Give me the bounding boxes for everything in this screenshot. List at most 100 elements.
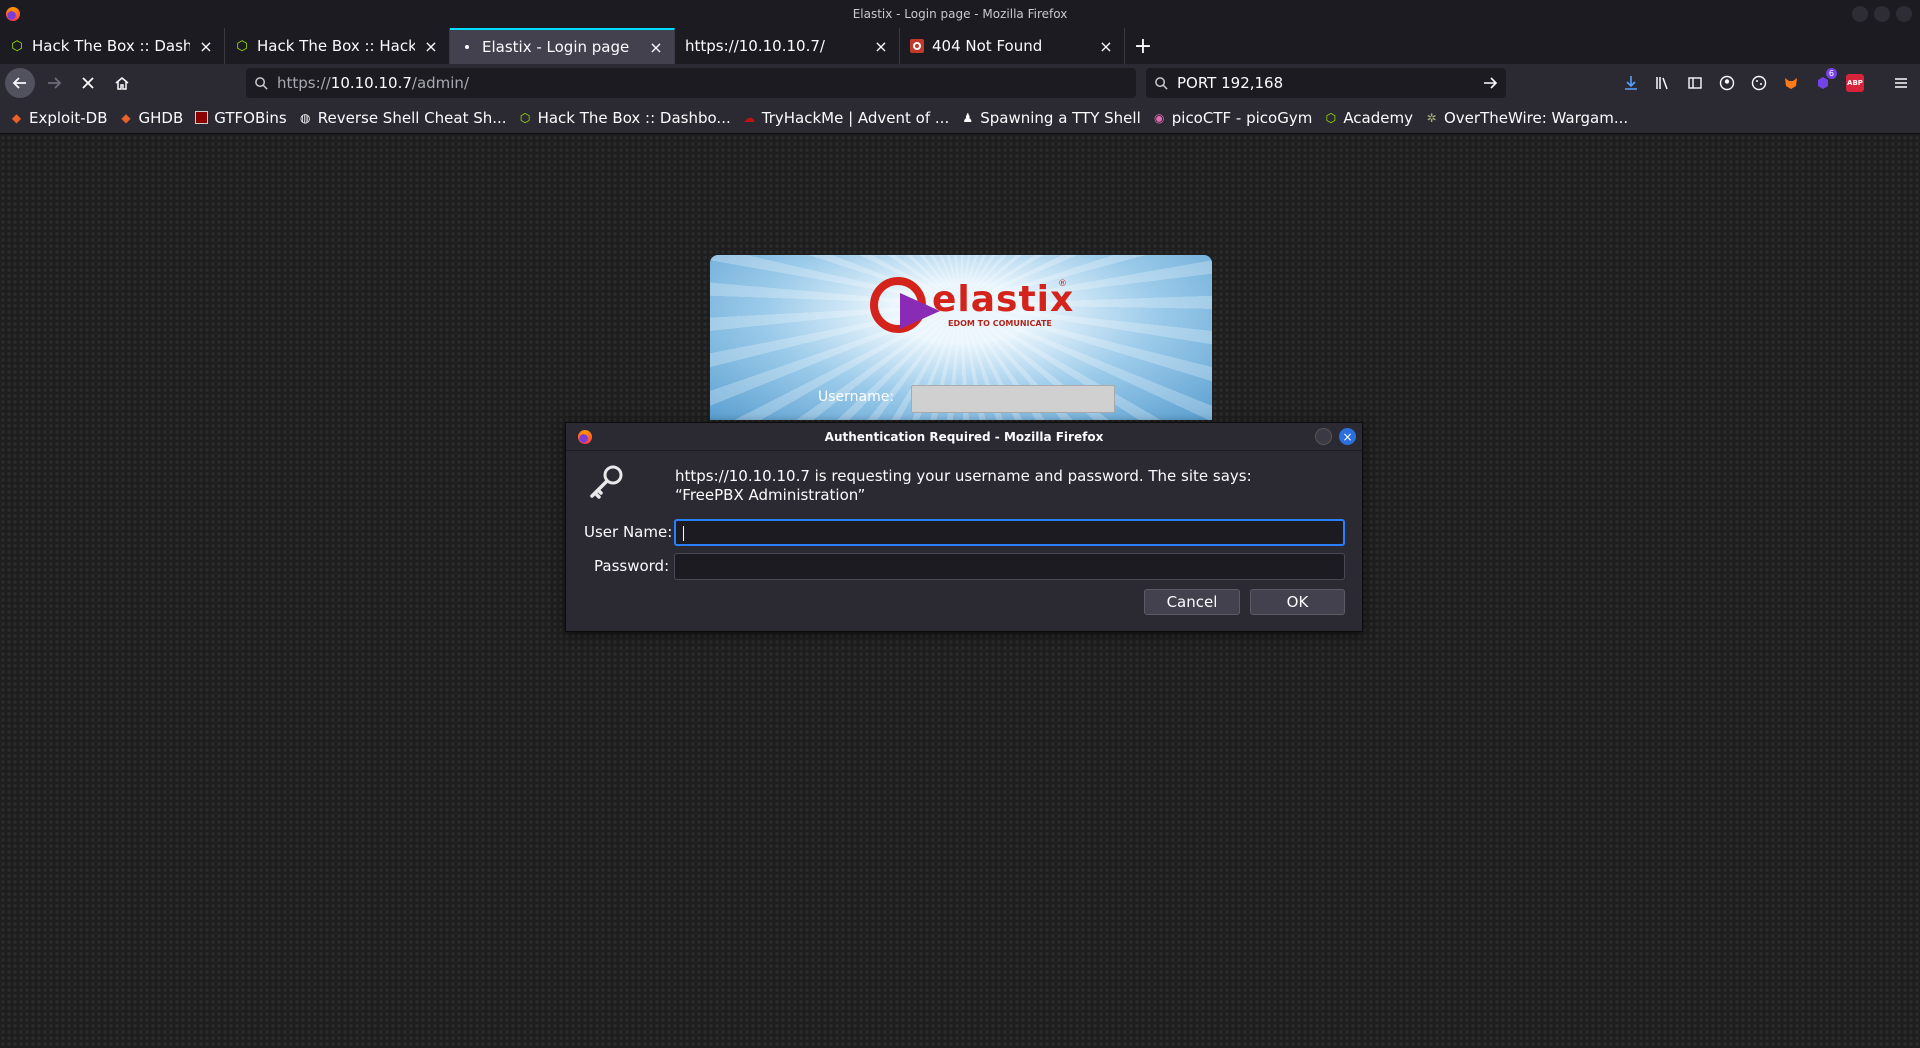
bookmark-label: Spawning a TTY Shell [980,108,1141,127]
tab-htb-hack[interactable]: ⬡ Hack The Box :: Hack Th × [225,28,450,64]
bookmark-tty-shell[interactable]: ♟ Spawning a TTY Shell [961,108,1141,127]
back-button[interactable] [5,68,35,98]
firefox-icon [578,430,592,444]
tab-htb-dashboard[interactable]: ⬡ Hack The Box :: Dashbo × [0,28,225,64]
maximize-button[interactable] [1874,6,1890,22]
close-window-button[interactable] [1896,6,1912,22]
close-tab-icon[interactable]: × [423,37,439,56]
password-label: Password: [594,557,670,575]
bookmark-picoctf[interactable]: ◉ picoCTF - picoGym [1153,108,1313,127]
bookmarks-toolbar: ◆ Exploit-DB ◆ GHDB GTFOBins ◍ Reverse S… [0,102,1920,134]
bookmark-overthewire[interactable]: ✲ OverTheWire: Wargam... [1425,109,1628,127]
htb-cube-icon: ⬡ [519,110,531,125]
bookmark-label: Exploit-DB [29,108,108,127]
logo-text: elastix [932,279,1075,320]
cookie-icon[interactable] [1746,70,1772,96]
dialog-title: Authentication Required - Mozilla Firefo… [824,429,1104,444]
firefox-icon [6,7,20,21]
bookmark-ghdb[interactable]: ◆ GHDB [120,108,184,127]
elastix-username-input[interactable] [911,385,1115,413]
downloads-icon[interactable] [1618,70,1644,96]
url-text: https://10.10.10.7/admin/ [277,74,469,92]
search-icon [1155,76,1168,90]
bookmark-label: Hack The Box :: Dashbo... [537,108,731,127]
new-tab-button[interactable]: + [1125,28,1161,64]
tab-label: 404 Not Found [932,37,1043,55]
username-label: User Name: [584,523,673,541]
go-arrow-icon[interactable] [1482,75,1498,91]
tab-label: https://10.10.10.7/ [685,37,825,55]
bookmark-academy[interactable]: ⬡ Academy [1324,109,1413,127]
close-tab-icon[interactable]: × [1098,37,1114,56]
bookmark-gtfobins[interactable]: GTFOBins [195,108,287,127]
htb-cube-icon: ⬡ [236,38,248,54]
arrow-left-icon [12,77,26,89]
bookmark-label: picoCTF - picoGym [1171,108,1313,127]
loading-dot-icon [465,45,469,49]
arrow-right-icon [48,77,62,89]
search-bar[interactable]: PORT 192,168 [1146,68,1506,98]
bookmark-label: GTFOBins [214,108,287,127]
tty-icon: ♟ [962,110,974,125]
cancel-button[interactable]: Cancel [1144,589,1240,615]
minimize-button[interactable] [1852,6,1868,22]
tab-https-url[interactable]: https://10.10.10.7/ × [675,28,900,64]
bookmark-exploit-db[interactable]: ◆ Exploit-DB [10,109,108,127]
bookmark-label: GHDB [138,108,184,127]
library-icon[interactable] [1650,70,1676,96]
stop-loading-button[interactable] [73,68,103,98]
bookmark-label: TryHackMe | Advent of ... [761,108,950,127]
extension-badge: 6 [1825,68,1837,79]
foxyproxy-icon[interactable] [1778,70,1804,96]
username-input[interactable] [674,519,1345,546]
toolbar-right: 6 ABP [1618,64,1920,102]
extension-icon[interactable]: 6 [1810,68,1837,96]
overthewire-icon: ✲ [1426,110,1437,125]
exploitdb-icon: ◆ [11,110,22,125]
search-icon [255,76,268,90]
error-page-icon [910,39,924,53]
tab-strip: ⬡ Hack The Box :: Dashbo × ⬡ Hack The Bo… [0,28,1920,64]
ok-button[interactable]: OK [1250,589,1345,615]
url-bar[interactable]: https://10.10.10.7/admin/ [246,68,1136,98]
dialog-message: https://10.10.10.7 is requesting your us… [675,467,1252,504]
htb-cube-icon: ⬡ [1325,110,1337,125]
text-caret [683,526,684,541]
bookmark-tryhackme[interactable]: ☁ TryHackMe | Advent of ... [743,109,949,127]
elastix-login-panel: elastix ® EDOM TO COMUNICATE Username: [710,255,1212,420]
elastix-username-label: Username: [818,389,895,405]
window-titlebar: Elastix - Login page - Mozilla Firefox [0,0,1920,28]
forward-button[interactable] [39,68,69,98]
dialog-titlebar: Authentication Required - Mozilla Firefo… [566,423,1362,451]
account-icon[interactable] [1714,70,1740,96]
home-button[interactable] [107,68,137,98]
dialog-window-controls: × [1315,428,1356,445]
tryhackme-icon: ☁ [743,110,756,125]
stop-x-icon [82,77,94,89]
close-tab-icon[interactable]: × [873,37,889,56]
dialog-close-button[interactable]: × [1339,428,1356,445]
bookmark-reverse-shell[interactable]: ◍ Reverse Shell Cheat Sh... [299,109,507,127]
hamburger-menu-icon[interactable] [1888,70,1914,96]
dialog-minimize-button[interactable] [1315,428,1332,445]
window-controls [1852,6,1912,22]
bookmark-label: OverTheWire: Wargam... [1444,108,1629,127]
key-icon [590,465,623,499]
close-tab-icon[interactable]: × [198,37,214,56]
bookmark-label: Reverse Shell Cheat Sh... [317,108,507,127]
htb-cube-icon: ⬡ [11,38,23,54]
adblock-plus-icon[interactable]: ABP [1842,70,1868,96]
tab-404[interactable]: 404 Not Found × [900,28,1125,64]
elastix-logo: elastix ® EDOM TO COMUNICATE [870,275,1073,335]
nav-bar: https://10.10.10.7/admin/ PORT 192,168 6 [0,64,1920,102]
abp-label: ABP [1846,74,1864,92]
bookmark-htb-dashboard[interactable]: ⬡ Hack The Box :: Dashbo... [519,109,731,127]
tab-elastix-login[interactable]: Elastix - Login page × [450,28,675,64]
picoctf-icon: ◉ [1154,110,1165,125]
password-input[interactable] [674,553,1345,580]
close-tab-icon[interactable]: × [648,38,664,57]
sidebar-icon[interactable] [1682,70,1708,96]
tab-label: Hack The Box :: Hack Th [257,37,415,55]
logo-registered: ® [1058,279,1067,289]
home-icon [115,77,129,90]
